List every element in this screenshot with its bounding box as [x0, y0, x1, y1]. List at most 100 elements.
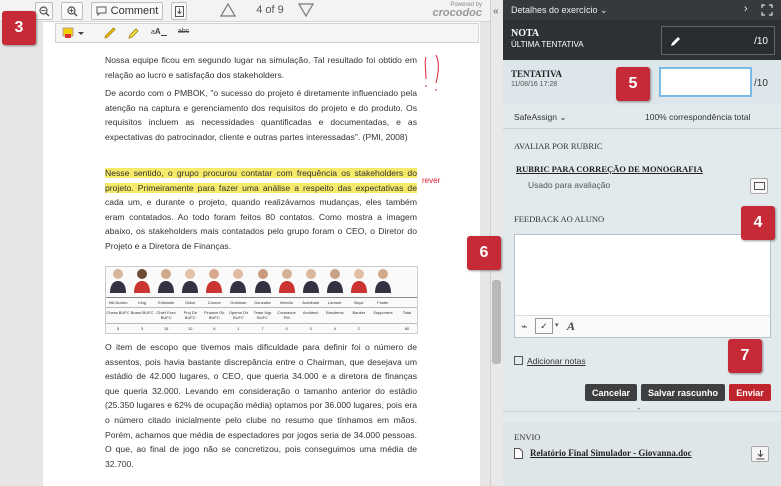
zoom-in-icon: [66, 5, 77, 16]
attach-icon[interactable]: ⌁: [521, 320, 528, 333]
comment-button[interactable]: Comment: [91, 2, 163, 20]
stakeholder-role: Supporters: [373, 310, 393, 315]
cancel-button[interactable]: Cancelar: [585, 384, 637, 401]
expand-icon[interactable]: [761, 4, 773, 16]
rubric-sub: Usado para avaliação: [528, 180, 611, 190]
stakeholder-count: 3: [140, 326, 144, 331]
document-margin-left: [0, 22, 43, 486]
triangle-down-icon: [297, 3, 315, 18]
stakeholder-photo: [108, 267, 128, 293]
pencil-icon: [104, 27, 116, 39]
stakeholder-name: Goldman: [230, 300, 247, 305]
paragraph-3-rest: cada um, e durante o projeto, quando rea…: [105, 197, 417, 251]
stakeholder-name: Entwistle: [158, 300, 175, 305]
submission-section: ENVIO Relatório Final Simulador - Giovan…: [503, 422, 781, 486]
feedback-label: FEEDBACK AO ALUNO: [514, 214, 605, 224]
chevron-right-icon[interactable]: ›: [744, 3, 748, 15]
viewer-toolbar: Comment 4 of 9 Powered by crocodoc: [0, 0, 490, 22]
stakeholder-count: 1: [237, 326, 240, 331]
stakeholder-photo: [325, 267, 345, 293]
add-notes-link[interactable]: Adicionar notas: [514, 356, 586, 366]
next-page-button[interactable]: [297, 3, 315, 22]
stakeholder-role: Contractor PM: [277, 310, 296, 320]
nota-label: NOTA: [511, 28, 540, 39]
download-icon: [174, 5, 184, 17]
stakeholder-count: 15: [163, 326, 169, 331]
stakeholder-name: King: [138, 300, 147, 305]
margin-comment[interactable]: rever: [422, 176, 440, 185]
rubric-open-button[interactable]: [750, 178, 768, 194]
stakeholder-count: 5: [116, 326, 120, 331]
stakeholder-name: Mercilo: [280, 300, 293, 305]
stakeholder-role: Proj Dir BUFC: [183, 310, 197, 320]
stakeholder-photo: [228, 267, 248, 293]
panel-header: Detalhes do exercício ⌄ ›: [503, 0, 781, 20]
stakeholder-photo: [349, 267, 369, 293]
paragraph-1: Nossa equipe ficou em segundo lugar na s…: [105, 55, 417, 80]
collapse-panel-icon[interactable]: «: [493, 6, 499, 17]
stakeholder-photo: [204, 267, 224, 293]
stakeholder-name: Gonzalez: [254, 300, 271, 305]
strikethrough-tool-button[interactable]: abc: [178, 28, 189, 35]
editor-toolbar: ⌁ ✓ ▾ A: [515, 315, 770, 337]
attempt-grade-max: /10: [754, 78, 768, 89]
envio-label: ENVIO: [514, 432, 541, 442]
stakeholder-role: Architect: [302, 310, 319, 315]
stakeholder-photo: [301, 267, 321, 293]
feedback-editor[interactable]: ⌁ ✓ ▾ A: [514, 234, 771, 338]
zoom-out-icon: [38, 5, 49, 16]
stakeholder-name: Lamont: [328, 300, 342, 305]
nota-sublabel: ÚLTIMA TENTATIVA: [511, 40, 584, 49]
annotation-badge-4: 4: [741, 206, 775, 240]
avaliar-label: AVALIAR POR RUBRIC: [514, 141, 603, 151]
paragraph-2: De acordo com o PMBOK, "o sucesso do pro…: [105, 88, 417, 142]
paragraph-3: Nesse sentido, o grupo procurou contatar…: [105, 166, 417, 254]
stakeholder-photo: [253, 267, 273, 293]
panel-title[interactable]: Detalhes do exercício ⌄: [511, 5, 608, 16]
stakeholder-role: Team Mgr BUFC: [253, 310, 272, 320]
highlighted-text[interactable]: Nesse sentido, o grupo procurou contatar…: [105, 168, 417, 193]
attempt-grade-input[interactable]: [659, 67, 752, 97]
tentativa-label: TENTATIVA: [511, 69, 563, 79]
stakeholder-role: Board BUFC: [130, 310, 154, 315]
stakeholder-count: 7: [261, 326, 264, 331]
triangle-up-icon: [219, 2, 237, 17]
grade-input-box[interactable]: /10: [661, 26, 775, 55]
stakeholder-photo: [132, 267, 152, 293]
comment-icon: [754, 182, 765, 190]
divider: [503, 411, 781, 412]
previous-page-button[interactable]: [219, 2, 237, 22]
download-button[interactable]: [171, 2, 187, 20]
grade-max: /10: [754, 36, 768, 47]
stakeholder-name: Connor: [207, 300, 221, 305]
divider: [503, 128, 781, 129]
download-file-button[interactable]: [751, 446, 769, 462]
dropdown-arrow-icon[interactable]: ▾: [555, 321, 559, 329]
text-tool-button[interactable]: aA: [151, 27, 167, 36]
collapse-up-icon[interactable]: ⌃: [636, 407, 642, 415]
save-draft-button[interactable]: Salvar rascunho: [641, 384, 725, 401]
file-link[interactable]: Relatório Final Simulador - Giovanna.doc: [530, 448, 692, 458]
grade-section: NOTA ÚLTIMA TENTATIVA /10: [503, 20, 781, 60]
stakeholder-photo: [373, 267, 393, 293]
stakeholder-name: Hill-Norton: [108, 300, 128, 305]
stakeholder-photo: [277, 267, 297, 293]
paragraph-4: O item de escopo que tivemos mais dificu…: [105, 342, 417, 469]
stakeholder-role: Operns Dir BUFC: [228, 310, 249, 320]
zoom-in-button[interactable]: [61, 2, 83, 20]
zoom-out-button[interactable]: [35, 2, 53, 20]
stakeholder-count: 2: [357, 326, 360, 331]
match-text: 100% correspondência total: [645, 112, 751, 122]
highlight-marker-icon: [62, 27, 84, 38]
spellcheck-icon[interactable]: ✓: [535, 318, 553, 334]
annotation-toolbar: aA abc: [55, 23, 479, 43]
stakeholder-photo: [156, 267, 176, 293]
font-style-icon[interactable]: A: [567, 319, 575, 334]
stakeholder-role: Finance Dir BUFC: [204, 310, 225, 320]
safeassign-dropdown[interactable]: SafeAssign ⌄: [514, 112, 566, 123]
scrollbar-thumb[interactable]: [492, 280, 501, 364]
send-button[interactable]: Enviar: [729, 384, 771, 401]
handwritten-exclamation-icon[interactable]: [418, 51, 448, 101]
rubric-link[interactable]: RUBRIC PARA CORREÇÃO DE MONOGRAFIA: [516, 164, 703, 174]
stakeholder-count: 0: [285, 326, 288, 331]
